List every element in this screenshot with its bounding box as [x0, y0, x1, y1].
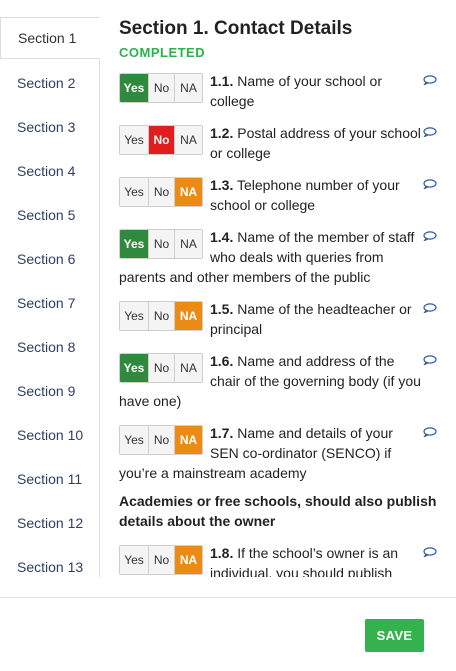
question-text: Postal address of your school or college: [210, 125, 421, 161]
yes-button[interactable]: Yes: [120, 302, 149, 330]
na-button[interactable]: NA: [175, 230, 202, 258]
sidebar-item-label: Section 2: [17, 75, 76, 91]
na-button[interactable]: NA: [175, 74, 202, 102]
status-badge: COMPLETED: [119, 45, 206, 60]
question-text: Name of the headteacher or principal: [210, 301, 412, 337]
question-item: Yes No NA 1.5. Name of the headteacher o…: [119, 299, 439, 339]
sidebar-item-label: Section 5: [17, 207, 76, 223]
sidebar-item-label: Section 12: [17, 515, 84, 531]
question-number: 1.1.: [210, 73, 234, 89]
sidebar-item-section-3[interactable]: Section 3: [0, 105, 99, 149]
page-title: Section 1. Contact Details: [119, 18, 353, 39]
sidebar-item-label: Section 1: [18, 30, 77, 46]
question-text: If the school’s owner is an individual, …: [210, 545, 399, 577]
no-button[interactable]: No: [149, 546, 175, 574]
yes-button[interactable]: Yes: [120, 74, 149, 102]
no-button[interactable]: No: [149, 178, 175, 206]
question-number: 1.4.: [210, 229, 234, 245]
question-item: Yes No NA 1.3. Telephone number of your …: [119, 175, 439, 215]
sidebar-item-label: Section 9: [17, 383, 76, 399]
section-note: Academies or free schools, should also p…: [119, 493, 437, 529]
speech-bubble-icon[interactable]: [423, 127, 437, 137]
question-item: Yes No NA 1.4. Name of the member of sta…: [119, 227, 439, 287]
na-button[interactable]: NA: [175, 426, 202, 454]
question-number: 1.6.: [210, 353, 234, 369]
sidebar-item-label: Section 10: [17, 427, 84, 443]
speech-bubble-icon[interactable]: [423, 355, 437, 365]
no-button[interactable]: No: [149, 354, 175, 382]
save-button[interactable]: SAVE: [365, 619, 424, 652]
yes-no-na-toggle: Yes No NA: [119, 177, 203, 207]
yes-no-na-toggle: Yes No NA: [119, 425, 203, 455]
question-number: 1.3.: [210, 177, 234, 193]
yes-no-na-toggle: Yes No NA: [119, 301, 203, 331]
question-item: Yes No NA 1.1. Name of your school or co…: [119, 71, 439, 111]
no-button[interactable]: No: [149, 302, 175, 330]
question-item: Yes No NA 1.6. Name and address of the c…: [119, 351, 439, 411]
question-number: 1.2.: [210, 125, 234, 141]
sidebar-item-section-11[interactable]: Section 11: [0, 457, 99, 501]
speech-bubble-icon[interactable]: [423, 303, 437, 313]
question-item: Yes No NA 1.2. Postal address of your sc…: [119, 123, 439, 163]
yes-button[interactable]: Yes: [120, 354, 149, 382]
sidebar-item-section-12[interactable]: Section 12: [0, 501, 99, 545]
na-button[interactable]: NA: [175, 302, 202, 330]
sidebar-item-label: Section 6: [17, 251, 76, 267]
question-number: 1.5.: [210, 301, 234, 317]
sidebar-item-label: Section 7: [17, 295, 76, 311]
speech-bubble-icon[interactable]: [423, 75, 437, 85]
no-button[interactable]: No: [149, 126, 175, 154]
na-button[interactable]: NA: [175, 178, 202, 206]
na-button[interactable]: NA: [175, 546, 202, 574]
yes-no-na-toggle: Yes No NA: [119, 353, 203, 383]
yes-button[interactable]: Yes: [120, 178, 149, 206]
section-sidebar: Section 1 Section 2 Section 3 Section 4 …: [0, 17, 100, 577]
sidebar-item-label: Section 8: [17, 339, 76, 355]
sidebar-item-section-13[interactable]: Section 13: [0, 545, 99, 589]
speech-bubble-icon[interactable]: [423, 179, 437, 189]
no-button[interactable]: No: [149, 230, 175, 258]
yes-no-na-toggle: Yes No NA: [119, 229, 203, 259]
sidebar-item-label: Section 11: [17, 471, 83, 487]
sidebar-item-label: Section 4: [17, 163, 76, 179]
sidebar-item-section-8[interactable]: Section 8: [0, 325, 99, 369]
sidebar-item-section-1[interactable]: Section 1: [0, 17, 100, 59]
sidebar-item-label: Section 3: [17, 119, 76, 135]
sidebar-item-section-6[interactable]: Section 6: [0, 237, 99, 281]
na-button[interactable]: NA: [175, 126, 202, 154]
footer-divider: [0, 597, 456, 598]
sidebar-item-section-4[interactable]: Section 4: [0, 149, 99, 193]
yes-button[interactable]: Yes: [120, 426, 149, 454]
yes-no-na-toggle: Yes No NA: [119, 73, 203, 103]
question-text: Telephone number of your school or colle…: [210, 177, 400, 213]
question-item: Yes No NA 1.8. If the school’s owner is …: [119, 543, 439, 577]
na-button[interactable]: NA: [175, 354, 202, 382]
speech-bubble-icon[interactable]: [423, 547, 437, 557]
yes-button[interactable]: Yes: [120, 126, 149, 154]
yes-button[interactable]: Yes: [120, 230, 149, 258]
sidebar-item-label: Section 13: [17, 559, 84, 575]
no-button[interactable]: No: [149, 426, 175, 454]
question-number: 1.7.: [210, 425, 234, 441]
question-number: 1.8.: [210, 545, 234, 561]
yes-button[interactable]: Yes: [120, 546, 149, 574]
question-item: Yes No NA 1.7. Name and details of your …: [119, 423, 439, 483]
sidebar-item-section-2[interactable]: Section 2: [0, 61, 99, 105]
sidebar-item-section-9[interactable]: Section 9: [0, 369, 99, 413]
sidebar-item-section-10[interactable]: Section 10: [0, 413, 99, 457]
sidebar-item-section-5[interactable]: Section 5: [0, 193, 99, 237]
yes-no-na-toggle: Yes No NA: [119, 125, 203, 155]
yes-no-na-toggle: Yes No NA: [119, 545, 203, 575]
speech-bubble-icon[interactable]: [423, 231, 437, 241]
sidebar-item-section-7[interactable]: Section 7: [0, 281, 99, 325]
question-text: Name of your school or college: [210, 73, 382, 109]
speech-bubble-icon[interactable]: [423, 427, 437, 437]
no-button[interactable]: No: [149, 74, 175, 102]
section-content: Section 1. Contact Details COMPLETED Yes…: [119, 17, 439, 577]
